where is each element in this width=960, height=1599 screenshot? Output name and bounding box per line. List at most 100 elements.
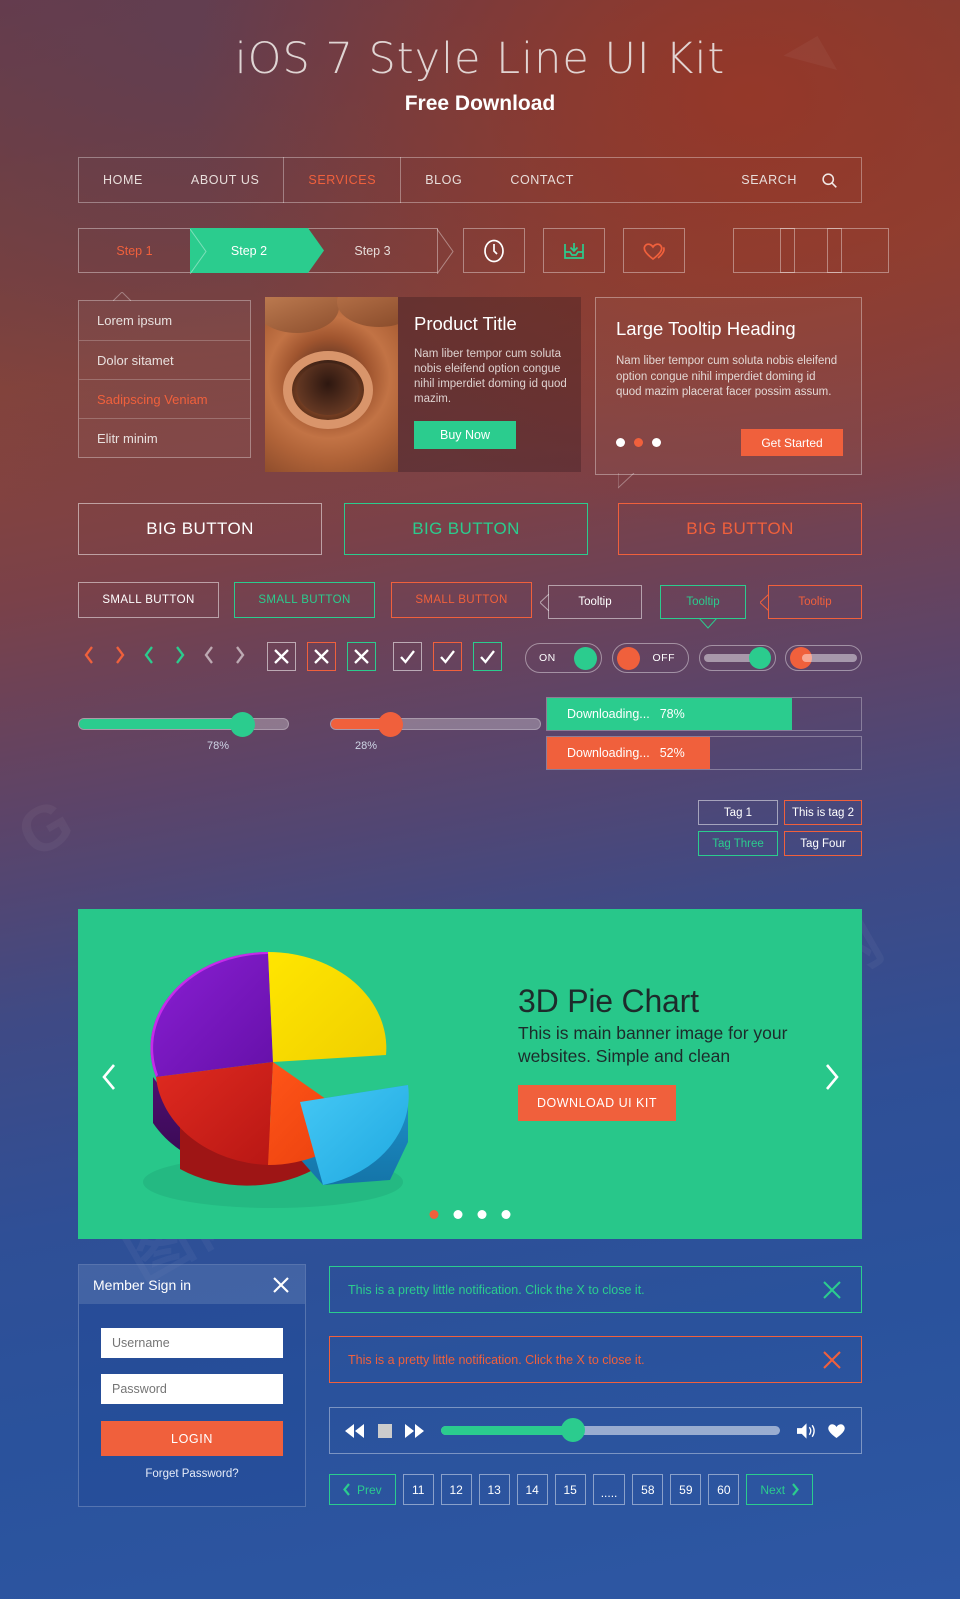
tag-3[interactable]: Tag Three — [698, 831, 778, 856]
nav-item-home[interactable]: HOME — [79, 158, 167, 202]
slider-toggle-orange[interactable] — [785, 645, 862, 671]
chevron-right-icon-white[interactable] — [224, 640, 254, 670]
pagination-next[interactable]: Next — [746, 1474, 814, 1505]
list-item[interactable]: Sadipscing Veniam — [79, 379, 250, 418]
tooltip-green[interactable]: Tooltip — [660, 585, 746, 629]
banner-prev-button[interactable] — [92, 1057, 126, 1097]
range-slider-orange[interactable] — [330, 712, 541, 737]
checkbox-check-green[interactable] — [473, 642, 502, 671]
menu-button[interactable] — [827, 228, 889, 273]
username-input[interactable] — [101, 1328, 283, 1358]
banner-dot[interactable] — [501, 1210, 511, 1219]
checkbox-check-white[interactable] — [393, 642, 422, 671]
checkbox-x-green[interactable] — [347, 642, 376, 671]
download-ui-kit-button[interactable]: DOWNLOAD UI KIT — [518, 1085, 677, 1121]
small-button-orange[interactable]: SMALL BUTTON — [391, 582, 532, 618]
banner-dot[interactable] — [453, 1210, 463, 1219]
list-item[interactable]: Lorem ipsum — [79, 301, 250, 340]
watermark: G — [5, 782, 89, 873]
close-icon[interactable] — [821, 1279, 843, 1301]
checkbox-check-orange[interactable] — [433, 642, 462, 671]
small-button-white[interactable]: SMALL BUTTON — [78, 582, 219, 618]
close-icon[interactable] — [271, 1275, 291, 1295]
get-started-button[interactable]: Get Started — [741, 429, 843, 456]
big-button-white[interactable]: BIG BUTTON — [78, 503, 322, 555]
player-progress-knob[interactable] — [561, 1418, 586, 1442]
search-icon[interactable] — [797, 172, 861, 189]
tag-4[interactable]: Tag Four — [784, 831, 862, 856]
checkbox-x-white[interactable] — [267, 642, 296, 671]
banner-dot-active[interactable] — [429, 1210, 439, 1219]
step-3[interactable]: Step 3 — [308, 228, 454, 274]
list-item[interactable]: Dolor sitamet — [79, 340, 250, 379]
toggle-knob[interactable] — [617, 646, 640, 670]
nav-item-about-us[interactable]: ABOUT US — [167, 158, 283, 202]
range-slider-green[interactable] — [78, 712, 289, 737]
pagination-page[interactable]: 58 — [632, 1474, 664, 1505]
login-button[interactable]: LOGIN — [101, 1421, 283, 1456]
download-button[interactable] — [543, 228, 605, 273]
favorite-button[interactable] — [623, 228, 685, 273]
nav-item-contact[interactable]: CONTACT — [486, 158, 598, 202]
step-1[interactable]: Step 1 — [78, 228, 207, 274]
progress-label: Downloading... — [567, 746, 650, 760]
big-button-orange[interactable]: BIG BUTTON — [618, 503, 862, 555]
clock-button[interactable] — [463, 228, 525, 273]
chevron-left-icon-orange[interactable] — [74, 640, 104, 670]
step-2[interactable]: Step 2 — [190, 228, 324, 273]
heart-icon[interactable] — [827, 1423, 846, 1439]
small-button-green[interactable]: SMALL BUTTON — [234, 582, 375, 618]
nav-search: SEARCH — [741, 172, 861, 189]
forgot-password-link[interactable]: Forget Password? — [101, 1468, 283, 1480]
nav-item-services[interactable]: SERVICES — [283, 157, 402, 203]
close-icon[interactable] — [821, 1349, 843, 1371]
nav-item-blog[interactable]: BLOG — [401, 158, 486, 202]
pagination-page[interactable]: 59 — [670, 1474, 702, 1505]
banner-dot[interactable] — [477, 1210, 487, 1219]
chevron-right-icon-orange[interactable] — [104, 640, 134, 670]
toggle-off[interactable]: OFF — [612, 643, 689, 673]
slider-toggle-green[interactable] — [699, 645, 776, 671]
player-progress-track[interactable] — [441, 1418, 780, 1442]
checkbox-x-orange[interactable] — [307, 642, 336, 671]
fast-forward-icon[interactable] — [405, 1423, 424, 1439]
pagination-page[interactable]: 14 — [516, 1474, 548, 1505]
list-item[interactable]: Elitr minim — [79, 418, 250, 457]
rewind-icon[interactable] — [345, 1423, 364, 1439]
tag-1[interactable]: Tag 1 — [698, 800, 778, 825]
chevron-left-icon-green[interactable] — [134, 640, 164, 670]
carousel-dot-active[interactable] — [634, 438, 643, 447]
banner-next-button[interactable] — [814, 1057, 848, 1097]
pagination-page[interactable]: 12 — [440, 1474, 472, 1505]
toggle-knob[interactable] — [574, 646, 597, 670]
toggle-on[interactable]: ON — [525, 643, 602, 673]
tooltip-orange[interactable]: Tooltip — [760, 585, 862, 619]
chevron-right-icon-green[interactable] — [164, 640, 194, 670]
notification-orange: This is a pretty little notification. Cl… — [329, 1336, 862, 1383]
product-image — [265, 297, 398, 472]
stop-icon[interactable] — [375, 1423, 394, 1439]
tag-2[interactable]: This is tag 2 — [784, 800, 862, 825]
pagination-page[interactable]: 11 — [402, 1474, 434, 1505]
chevron-left-icon-white[interactable] — [194, 640, 224, 670]
carousel-dot[interactable] — [616, 438, 625, 447]
pagination-page[interactable]: 15 — [554, 1474, 586, 1505]
pagination-prev[interactable]: Prev — [329, 1474, 396, 1505]
tooltip-dots — [616, 438, 661, 447]
carousel-dot[interactable] — [652, 438, 661, 447]
login-body: LOGIN Forget Password? — [79, 1304, 305, 1480]
range-knob[interactable] — [377, 712, 403, 737]
pagination-page[interactable]: 13 — [478, 1474, 510, 1505]
range-knob[interactable] — [230, 712, 256, 737]
pot-decor — [265, 297, 339, 333]
pagination-page[interactable]: 60 — [708, 1474, 740, 1505]
pot-decor — [337, 297, 398, 327]
volume-icon[interactable] — [797, 1422, 816, 1439]
check-icon — [400, 650, 415, 664]
clock-icon — [484, 239, 504, 262]
tooltip-white[interactable]: Tooltip — [540, 585, 642, 619]
slider-knob[interactable] — [749, 647, 771, 669]
big-button-green[interactable]: BIG BUTTON — [344, 503, 588, 555]
buy-now-button[interactable]: Buy Now — [414, 421, 516, 449]
password-input[interactable] — [101, 1374, 283, 1404]
